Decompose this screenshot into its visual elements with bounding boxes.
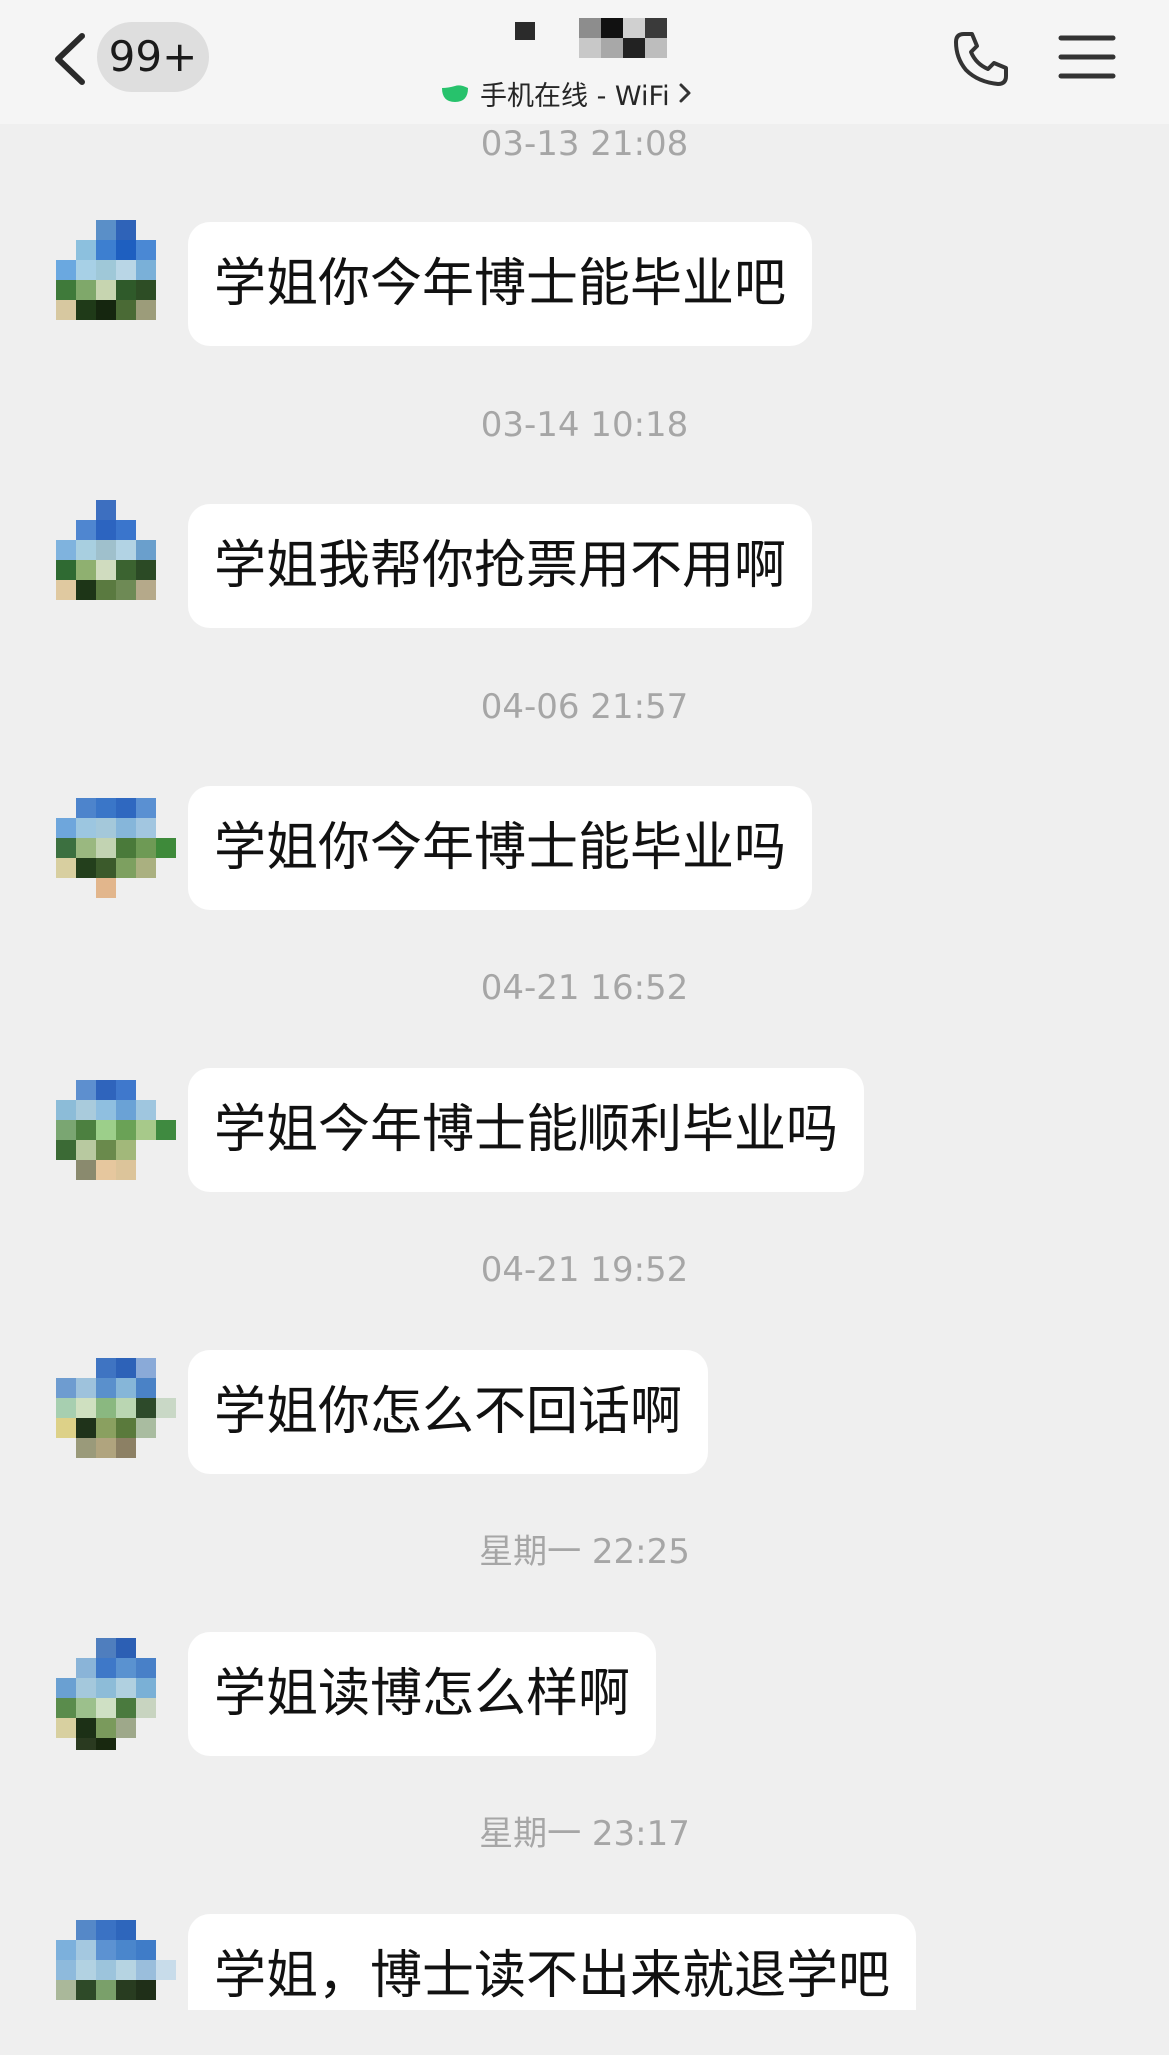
avatar[interactable]	[56, 1064, 178, 1186]
message-timestamp: 星期一 22:25	[479, 1532, 690, 1572]
avatar[interactable]	[56, 1628, 178, 1750]
avatar[interactable]	[56, 218, 178, 340]
message-bubble[interactable]: 学姐你今年博士能毕业吧	[188, 222, 813, 346]
voice-call-button[interactable]	[950, 28, 1012, 90]
phone-online-icon	[442, 85, 468, 102]
message-bubble[interactable]: 学姐你怎么不回话啊	[188, 1350, 709, 1474]
back-button[interactable]	[48, 30, 94, 88]
message-bubble[interactable]: 学姐读博怎么样啊	[188, 1632, 657, 1756]
message-timestamp: 04-06 21:57	[480, 687, 689, 727]
message-timestamp: 03-14 10:18	[480, 405, 689, 445]
message-bubble[interactable]: 学姐我帮你抢票用不用啊	[188, 504, 813, 628]
screen-bottom-edge	[0, 2010, 1169, 2055]
message-bubble[interactable]: 学姐你今年博士能毕业吗	[188, 786, 813, 910]
avatar[interactable]	[56, 782, 178, 904]
online-status[interactable]: 手机在线 - WiFi	[440, 74, 692, 112]
more-menu-button[interactable]	[1058, 32, 1116, 82]
online-status-text: 手机在线 - WiFi	[480, 80, 670, 112]
message-timestamp: 04-21 19:52	[480, 1250, 689, 1290]
phone-icon	[954, 32, 1008, 86]
message-timestamp: 03-13 21:08	[480, 124, 689, 164]
message-timestamp: 04-21 16:52	[480, 968, 689, 1008]
message-timestamp: 星期一 23:17	[479, 1814, 690, 1854]
avatar[interactable]	[56, 1346, 178, 1468]
chevron-left-icon	[55, 33, 85, 85]
message-bubble[interactable]: 学姐，博士读不出来就退学吧	[188, 1914, 917, 2010]
avatar[interactable]	[56, 500, 178, 622]
chevron-right-icon	[679, 83, 691, 103]
hamburger-menu-icon	[1058, 35, 1116, 79]
message-bubble[interactable]: 学姐今年博士能顺利毕业吗	[188, 1068, 865, 1192]
unread-count-badge[interactable]: 99+	[97, 22, 209, 92]
contact-name-pixelated	[515, 18, 685, 62]
chat-header: 99+ 手机在线 - WiFi	[0, 0, 1169, 124]
